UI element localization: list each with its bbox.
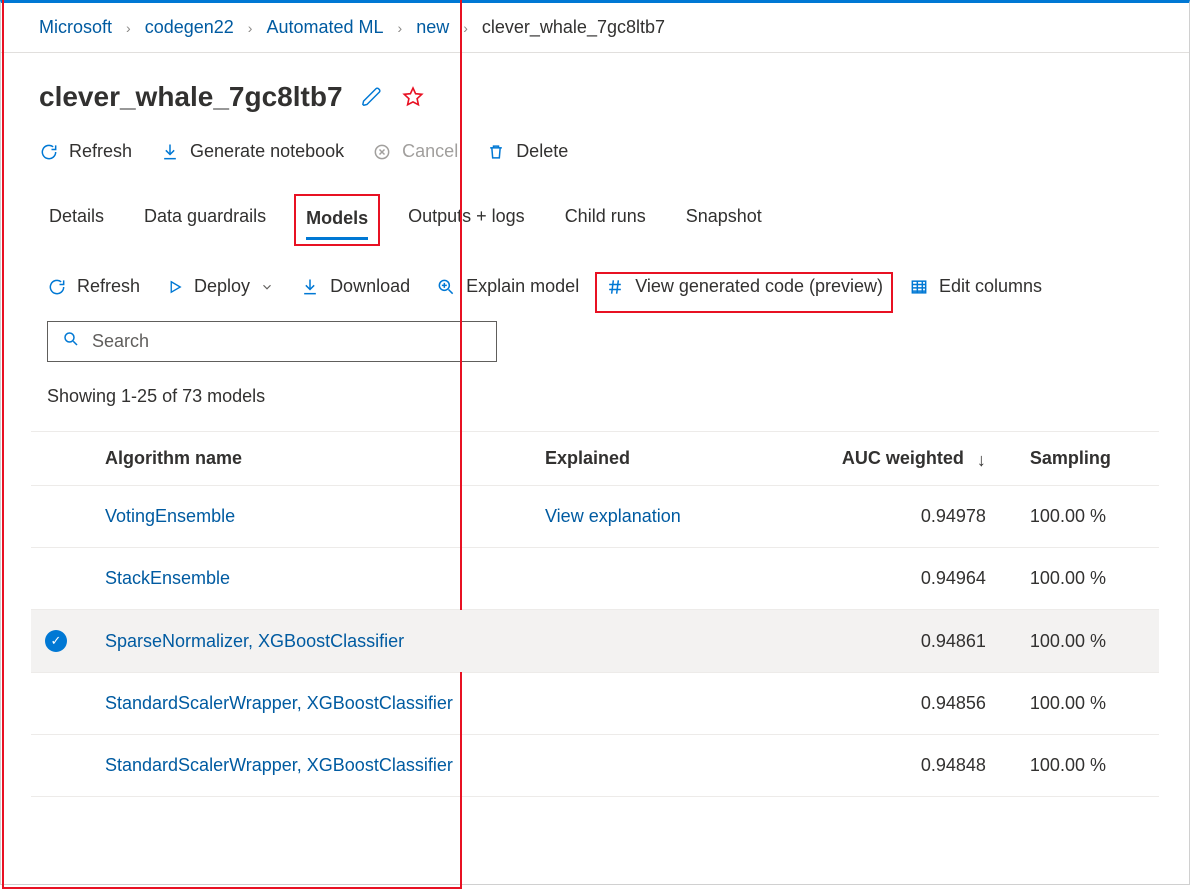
auc-value: 0.94848: [781, 735, 1000, 797]
download-label: Download: [330, 276, 410, 297]
tab-details[interactable]: Details: [49, 198, 104, 242]
table-row[interactable]: StackEnsemble 0.94964 100.00 %: [31, 548, 1159, 610]
explanation-cell: [531, 610, 781, 673]
delete-button[interactable]: Delete: [486, 141, 568, 162]
cancel-button: Cancel: [372, 141, 458, 162]
sampling-value: 100.00 %: [1000, 486, 1159, 548]
search-icon: [62, 330, 80, 353]
table-row[interactable]: StandardScalerWrapper, XGBoostClassifier…: [31, 735, 1159, 797]
edit-icon[interactable]: [361, 86, 383, 108]
sampling-value: 100.00 %: [1000, 548, 1159, 610]
breadcrumb-item[interactable]: codegen22: [145, 17, 234, 38]
generate-notebook-button[interactable]: Generate notebook: [160, 141, 344, 162]
download-icon: [300, 277, 320, 297]
models-refresh-label: Refresh: [77, 276, 140, 297]
result-count: Showing 1-25 of 73 models: [47, 386, 1151, 407]
favorite-icon[interactable]: [401, 85, 425, 109]
table-row[interactable]: StandardScalerWrapper, XGBoostClassifier…: [31, 673, 1159, 735]
algorithm-link[interactable]: StandardScalerWrapper, XGBoostClassifier: [91, 735, 531, 797]
auc-value: 0.94964: [781, 548, 1000, 610]
refresh-button[interactable]: Refresh: [39, 141, 132, 162]
explanation-cell: [531, 548, 781, 610]
breadcrumb-current: clever_whale_7gc8ltb7: [482, 17, 665, 38]
chevron-right-icon: ›: [126, 20, 131, 36]
hash-icon: [605, 277, 625, 297]
refresh-icon: [47, 277, 67, 297]
algorithm-link[interactable]: StackEnsemble: [91, 548, 531, 610]
search-box[interactable]: [47, 321, 497, 362]
col-sampling[interactable]: Sampling: [1000, 432, 1159, 486]
algorithm-link[interactable]: SparseNormalizer, XGBoostClassifier: [91, 610, 531, 673]
edit-columns-label: Edit columns: [939, 276, 1042, 297]
breadcrumb-item[interactable]: Microsoft: [39, 17, 112, 38]
delete-label: Delete: [516, 141, 568, 162]
explanation-cell: [531, 673, 781, 735]
sampling-value: 100.00 %: [1000, 673, 1159, 735]
auc-value: 0.94861: [781, 610, 1000, 673]
col-auc-label: AUC weighted: [842, 448, 964, 468]
tab-snapshot[interactable]: Snapshot: [686, 198, 762, 242]
deploy-button[interactable]: Deploy: [166, 276, 274, 297]
sort-desc-icon: ↓: [977, 450, 986, 471]
breadcrumb: Microsoft › codegen22 › Automated ML › n…: [1, 3, 1189, 53]
download-icon: [160, 142, 180, 162]
cancel-label: Cancel: [402, 141, 458, 162]
page-title: clever_whale_7gc8ltb7: [39, 81, 343, 113]
table-row[interactable]: VotingEnsemble View explanation 0.94978 …: [31, 486, 1159, 548]
auc-value: 0.94978: [781, 486, 1000, 548]
view-generated-code-button[interactable]: View generated code (preview): [605, 276, 883, 297]
explain-model-button[interactable]: Explain model: [436, 276, 579, 297]
algorithm-link[interactable]: StandardScalerWrapper, XGBoostClassifier: [91, 673, 531, 735]
chevron-right-icon: ›: [398, 20, 403, 36]
explanation-link[interactable]: View explanation: [531, 486, 781, 548]
col-select: [31, 432, 91, 486]
generate-notebook-label: Generate notebook: [190, 141, 344, 162]
refresh-icon: [39, 142, 59, 162]
trash-icon: [486, 142, 506, 162]
models-refresh-button[interactable]: Refresh: [47, 276, 140, 297]
models-table: Algorithm name Explained AUC weighted ↓ …: [31, 431, 1159, 797]
col-auc[interactable]: AUC weighted ↓: [781, 432, 1000, 486]
sampling-value: 100.00 %: [1000, 735, 1159, 797]
sampling-value: 100.00 %: [1000, 610, 1159, 673]
edit-columns-button[interactable]: Edit columns: [909, 276, 1042, 297]
search-input[interactable]: [90, 330, 482, 353]
breadcrumb-item[interactable]: new: [416, 17, 449, 38]
deploy-label: Deploy: [194, 276, 250, 297]
col-explained[interactable]: Explained: [531, 432, 781, 486]
chevron-right-icon: ›: [248, 20, 253, 36]
tab-child-runs[interactable]: Child runs: [565, 198, 646, 242]
chevron-right-icon: ›: [463, 20, 468, 36]
algorithm-link[interactable]: VotingEnsemble: [91, 486, 531, 548]
tab-models[interactable]: Models: [306, 200, 368, 240]
breadcrumb-item[interactable]: Automated ML: [266, 17, 383, 38]
view-code-label: View generated code (preview): [635, 276, 883, 297]
magnify-plus-icon: [436, 277, 456, 297]
explanation-cell: [531, 735, 781, 797]
col-algorithm[interactable]: Algorithm name: [91, 432, 531, 486]
play-icon: [166, 278, 184, 296]
table-row[interactable]: ✓ SparseNormalizer, XGBoostClassifier 0.…: [31, 610, 1159, 673]
explain-label: Explain model: [466, 276, 579, 297]
columns-icon: [909, 277, 929, 297]
auc-value: 0.94856: [781, 673, 1000, 735]
chevron-down-icon: [260, 280, 274, 294]
tab-outputs[interactable]: Outputs + logs: [408, 198, 525, 242]
refresh-label: Refresh: [69, 141, 132, 162]
download-button[interactable]: Download: [300, 276, 410, 297]
selected-check-icon[interactable]: ✓: [45, 630, 67, 652]
tab-guardrails[interactable]: Data guardrails: [144, 198, 266, 242]
cancel-icon: [372, 142, 392, 162]
